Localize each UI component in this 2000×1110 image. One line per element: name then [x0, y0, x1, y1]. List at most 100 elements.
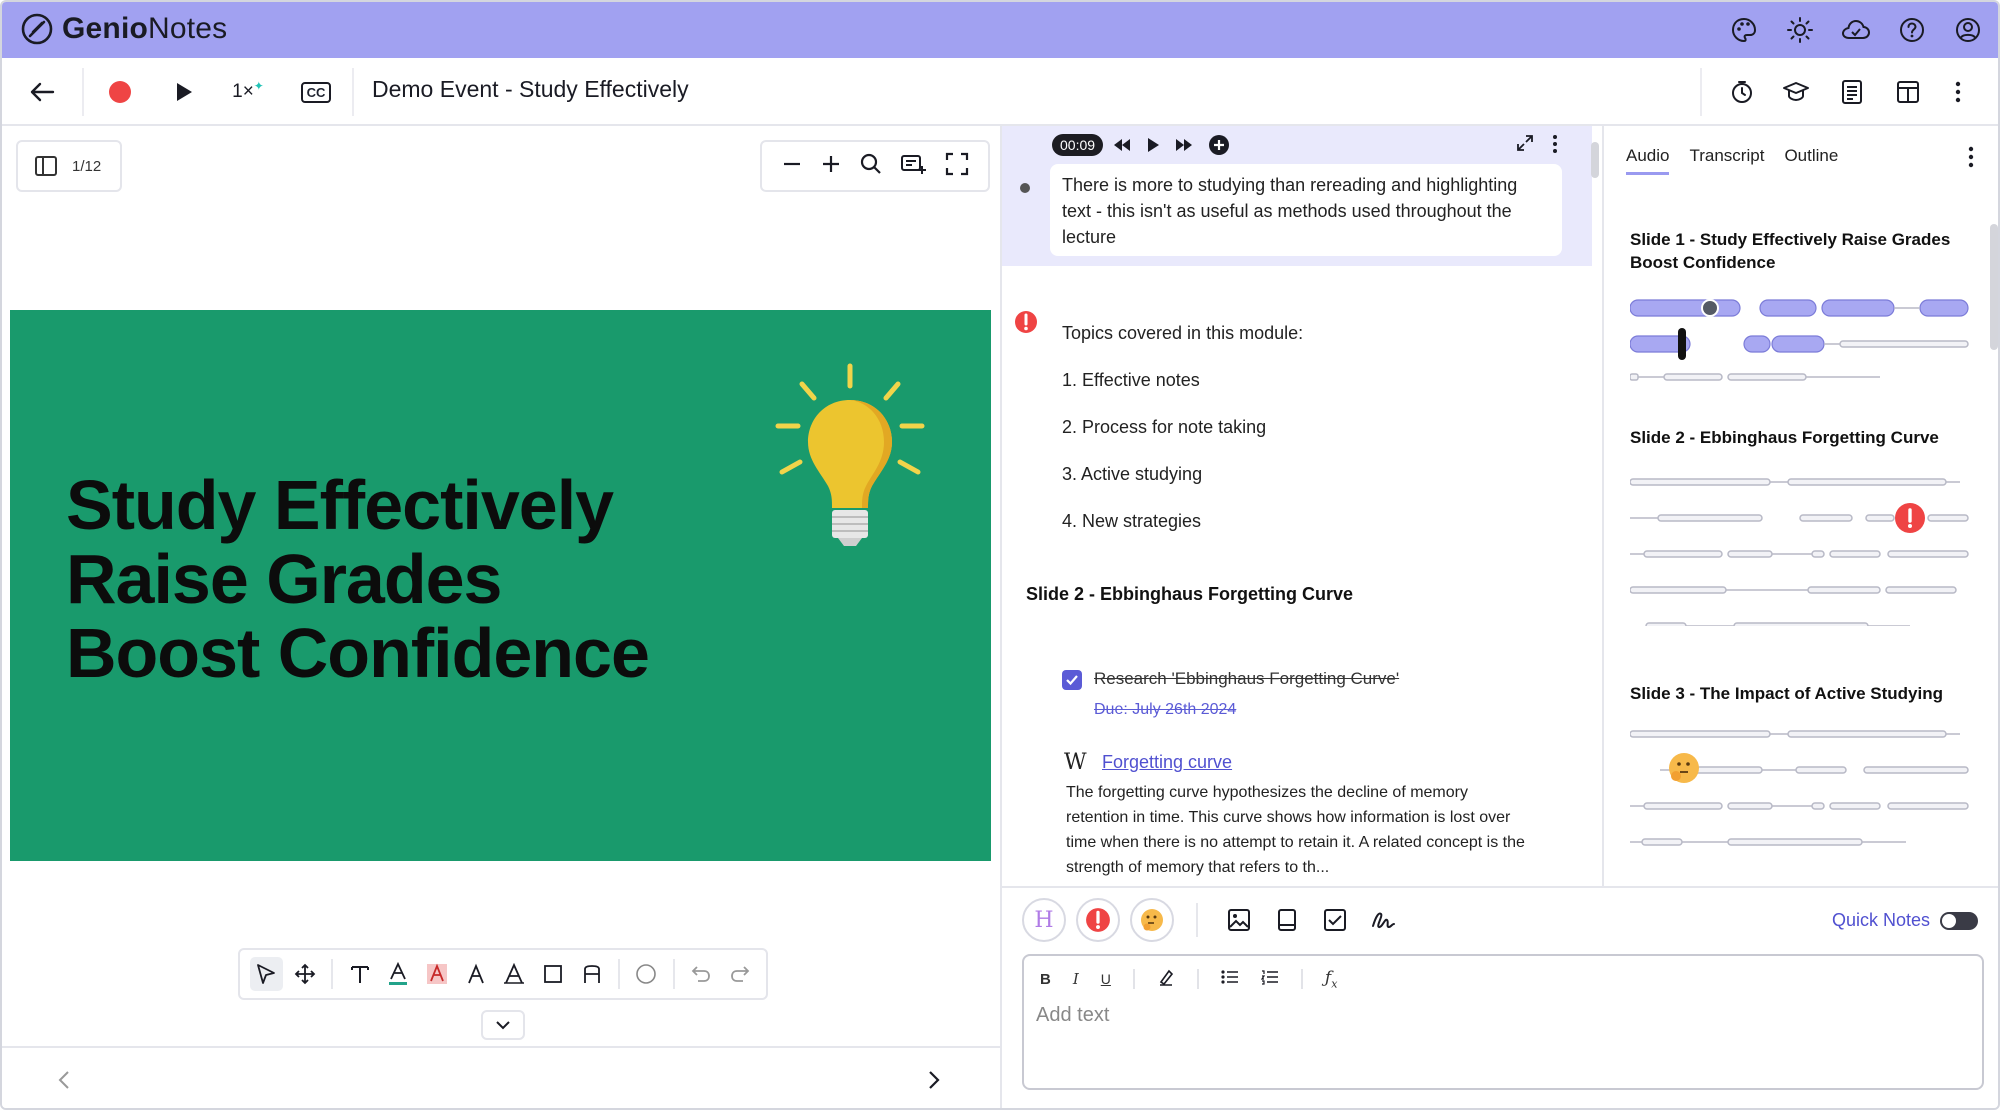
move-icon[interactable] [289, 957, 322, 991]
bold-button[interactable]: B [1040, 971, 1051, 988]
audio-waveform[interactable] [1630, 718, 1970, 868]
insert-page-icon[interactable] [1268, 901, 1306, 939]
slide-viewer: 1/12 Study Effectively Raise Grades Boos… [2, 126, 1002, 1108]
timer-icon[interactable] [1724, 74, 1760, 110]
add-circle-icon[interactable] [1208, 134, 1230, 161]
select-pointer-icon[interactable] [250, 957, 283, 991]
section-heading: Slide 2 - Ebbinghaus Forgetting Curve [1026, 584, 1354, 604]
slide-canvas[interactable]: Study Effectively Raise Grades Boost Con… [10, 310, 991, 861]
handwriting-icon[interactable] [1364, 901, 1402, 939]
top-bar: GenioNotes [2, 2, 1998, 58]
previous-slide-icon[interactable] [56, 1068, 72, 1097]
outline-section-title[interactable]: Slide 1 - Study Effectively Raise Grades… [1630, 228, 1970, 274]
slide-title-line: Study Effectively [66, 466, 614, 544]
insert-task-icon[interactable] [1316, 901, 1354, 939]
back-arrow-icon[interactable] [24, 74, 60, 110]
insert-image-icon[interactable] [1220, 901, 1258, 939]
bullet-dot [1020, 183, 1030, 193]
notes-scrollbar[interactable] [1591, 142, 1599, 178]
audio-waveform[interactable] [1630, 466, 1970, 626]
task-due-date: Due: July 26th 2024 [1094, 701, 1237, 718]
outline-section-title[interactable]: Slide 3 - The Impact of Active Studying [1630, 682, 1970, 705]
tab-outline[interactable]: Outline [1784, 146, 1838, 175]
study-mode-icon[interactable] [1778, 74, 1814, 110]
quick-notes-toggle[interactable] [1940, 911, 1978, 930]
fullscreen-icon[interactable] [945, 152, 969, 181]
more-options-icon[interactable] [1946, 74, 1970, 110]
formula-icon[interactable]: ƒx [1325, 968, 1338, 990]
screen-capture-icon[interactable] [900, 152, 928, 181]
next-slide-icon[interactable] [926, 1068, 942, 1097]
audio-waveform[interactable] [1630, 292, 1970, 382]
record-button[interactable] [102, 74, 138, 110]
play-button[interactable] [166, 74, 202, 110]
slide-title-line: Raise Grades [66, 540, 502, 618]
text-tool-icon[interactable] [343, 957, 376, 991]
transcript-bubble[interactable]: There is more to studying than rereading… [1050, 164, 1562, 256]
app-window: GenioNotes 1× ✦ CC Demo Event - Study Ef… [0, 0, 2000, 1110]
highlighter-icon[interactable] [1157, 968, 1175, 990]
expand-icon[interactable] [1516, 134, 1534, 159]
palette-icon[interactable] [1728, 14, 1760, 46]
drawing-toolbar [238, 948, 768, 1000]
search-icon[interactable] [859, 152, 883, 181]
speed-button[interactable]: 1× ✦ [226, 74, 270, 110]
text-editor[interactable]: B I U ƒx Add text [1022, 954, 1984, 1090]
topics-list: Topics covered in this module: 1. Effect… [1062, 310, 1303, 545]
timestamp-badge[interactable]: 00:09 [1052, 134, 1104, 156]
font-icon[interactable] [459, 957, 492, 991]
confused-button[interactable] [1130, 898, 1174, 942]
undo-icon[interactable] [685, 957, 718, 991]
outline-scrollbar[interactable] [1990, 224, 1998, 350]
outline-tabs: Audio Transcript Outline [1626, 146, 1838, 175]
wikipedia-link[interactable]: Forgetting curve [1102, 752, 1232, 773]
heading-button[interactable]: H [1022, 898, 1066, 942]
task-checkbox[interactable] [1062, 670, 1082, 690]
fast-forward-icon[interactable] [1174, 138, 1194, 157]
rectangle-icon[interactable] [537, 957, 570, 991]
sun-icon[interactable] [1784, 14, 1816, 46]
task-text: Research 'Ebbinghaus Forgetting Curve' [1094, 669, 1400, 688]
text-box-icon[interactable] [575, 957, 608, 991]
help-icon[interactable] [1896, 14, 1928, 46]
notes-document-icon[interactable] [1834, 74, 1870, 110]
italic-button[interactable]: I [1073, 970, 1079, 988]
collapse-toolbar-button[interactable] [481, 1010, 525, 1040]
tab-audio[interactable]: Audio [1626, 146, 1670, 175]
important-button[interactable] [1076, 898, 1120, 942]
more-options-icon[interactable] [1968, 146, 1974, 173]
closed-captions-button[interactable]: CC [298, 74, 334, 110]
bullet-list-icon[interactable] [1221, 969, 1239, 989]
alert-icon [1086, 908, 1110, 932]
text-color-icon[interactable] [382, 957, 415, 991]
rewind-icon[interactable] [1112, 138, 1132, 157]
quick-notes-toggle-group: Quick Notes [1832, 910, 1978, 931]
circle-icon[interactable] [630, 957, 663, 991]
logo: GenioNotes [20, 12, 227, 46]
numbered-list-icon[interactable] [1260, 969, 1279, 989]
redo-icon[interactable] [723, 957, 756, 991]
page-thumbnails-toggle[interactable]: 1/12 [16, 140, 122, 192]
zoom-controls [760, 140, 990, 192]
font-outline-icon[interactable] [498, 957, 531, 991]
outline-section-title[interactable]: Slide 2 - Ebbinghaus Forgetting Curve [1630, 426, 1970, 449]
zoom-out-icon[interactable] [781, 153, 803, 180]
alert-icon [1014, 310, 1038, 339]
zoom-in-icon[interactable] [820, 153, 842, 180]
cloud-sync-icon[interactable] [1840, 14, 1872, 46]
account-icon[interactable] [1952, 14, 1984, 46]
underline-button[interactable]: U [1101, 971, 1111, 987]
layout-icon[interactable] [1890, 74, 1926, 110]
chevron-down-icon [496, 1021, 510, 1030]
slide-title-line: Boost Confidence [66, 614, 650, 692]
more-options-icon[interactable] [1552, 134, 1558, 159]
highlight-text-icon[interactable] [421, 957, 454, 991]
cc-icon: CC [300, 81, 332, 103]
tab-transcript[interactable]: Transcript [1689, 146, 1764, 175]
speed-label: 1× [232, 81, 254, 102]
topics-header: Topics covered in this module: [1062, 323, 1304, 343]
play-icon[interactable] [1146, 137, 1160, 158]
slide-title: Study Effectively Raise Grades Boost Con… [66, 466, 650, 692]
list-item: 3. Active studying [1062, 464, 1203, 484]
list-item: 2. Process for note taking [1062, 417, 1267, 437]
